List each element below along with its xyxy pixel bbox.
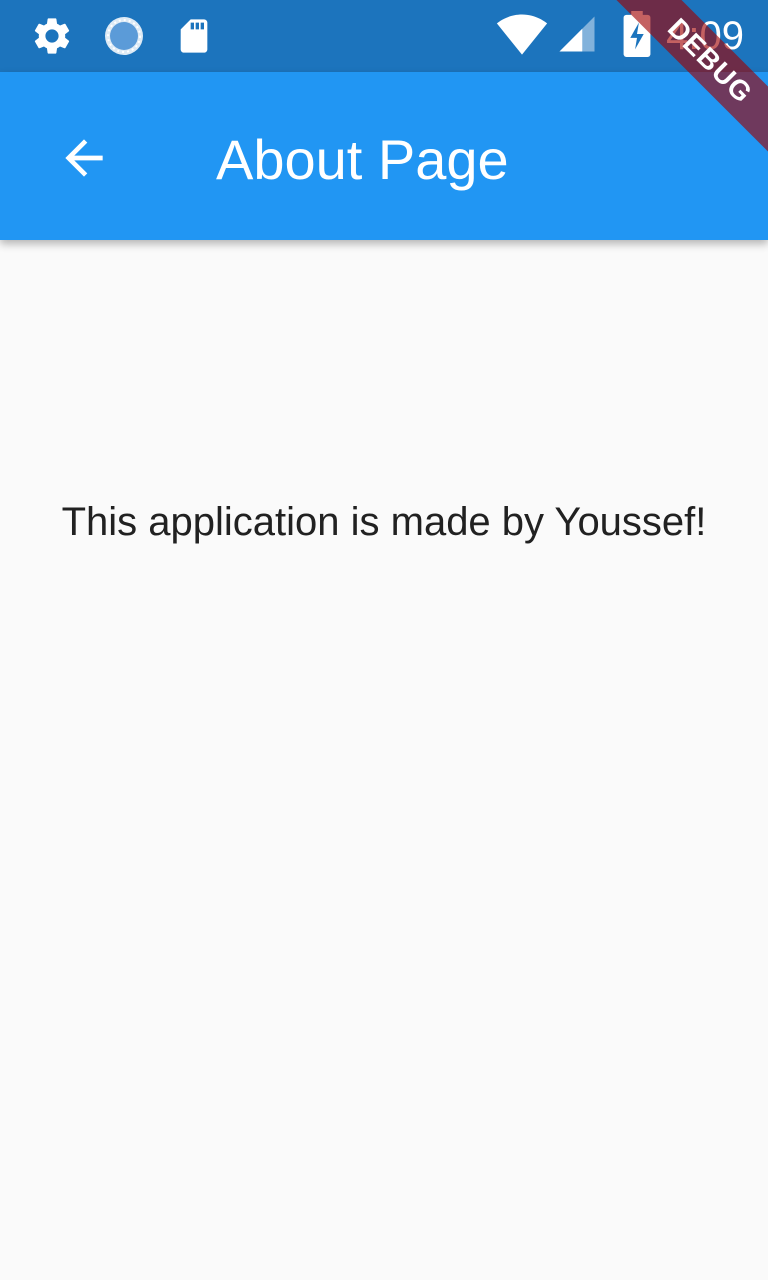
- status-bar: 4:09: [0, 0, 768, 72]
- wifi-icon: [496, 12, 548, 61]
- app-bar: About Page: [0, 72, 768, 240]
- cell-signal-icon: [556, 13, 598, 60]
- sd-card-icon: [174, 14, 214, 58]
- sync-icon: [102, 14, 146, 58]
- back-button[interactable]: [40, 116, 128, 204]
- battery-charging-icon: [622, 10, 652, 62]
- about-message: This application is made by Youssef!: [61, 500, 707, 544]
- status-left-icons: [30, 14, 214, 58]
- settings-icon: [30, 14, 74, 58]
- screen: 4:09 About Page This application is made…: [0, 0, 768, 1280]
- arrow-back-icon: [56, 130, 112, 191]
- status-clock: 4:09: [666, 13, 744, 58]
- content-area: [0, 240, 768, 1280]
- status-right-icons: 4:09: [496, 10, 744, 62]
- page-title: About Page: [216, 128, 509, 191]
